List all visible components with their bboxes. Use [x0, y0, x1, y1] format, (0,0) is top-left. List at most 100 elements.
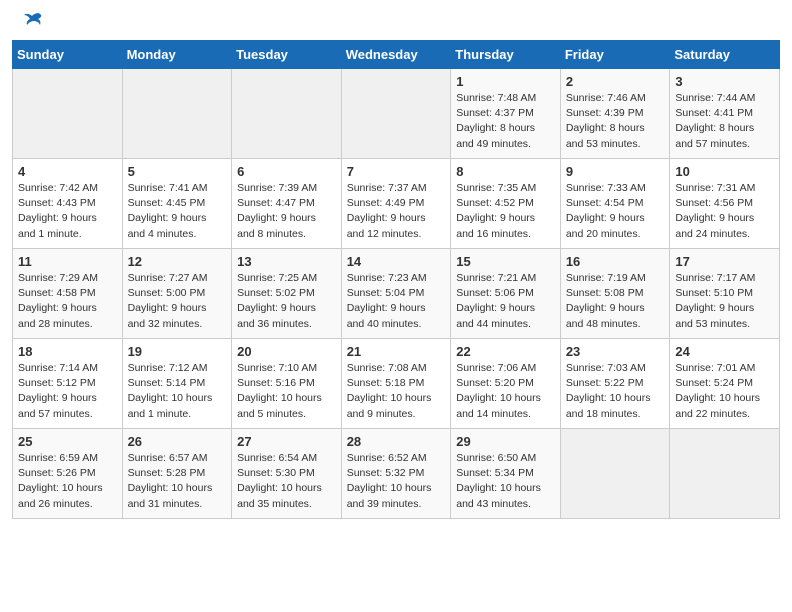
day-number: 17 [675, 254, 774, 269]
week-row-3: 11 Sunrise: 7:29 AM Sunset: 4:58 PM Dayli… [13, 249, 780, 339]
calendar-cell [560, 429, 670, 519]
week-row-4: 18 Sunrise: 7:14 AM Sunset: 5:12 PM Dayli… [13, 339, 780, 429]
calendar-cell: 19Sunrise: 7:12 AM Sunset: 5:14 PM Dayli… [122, 339, 232, 429]
calendar-cell: 22 Sunrise: 7:06 AM Sunset: 5:20 PM Dayli… [451, 339, 561, 429]
calendar-cell: 5Sunrise: 7:41 AM Sunset: 4:45 PM Daylig… [122, 159, 232, 249]
day-number: 23 [566, 344, 665, 359]
day-info: Sunrise: 7:31 AM Sunset: 4:56 PM Dayligh… [675, 181, 774, 242]
calendar-cell: 8Sunrise: 7:35 AM Sunset: 4:52 PM Daylig… [451, 159, 561, 249]
day-number: 1 [456, 74, 555, 89]
calendar-cell: 11 Sunrise: 7:29 AM Sunset: 4:58 PM Dayli… [13, 249, 123, 339]
calendar-cell: 10 Sunrise: 7:31 AM Sunset: 4:56 PM Dayli… [670, 159, 780, 249]
day-info: Sunrise: 7:01 AM Sunset: 5:24 PM Dayligh… [675, 361, 774, 422]
day-info: Sunrise: 7:19 AM Sunset: 5:08 PM Dayligh… [566, 271, 665, 332]
day-number: 18 [18, 344, 117, 359]
calendar-cell [122, 69, 232, 159]
day-info: Sunrise: 6:57 AM Sunset: 5:28 PM Dayligh… [128, 451, 227, 512]
week-row-2: 4 Sunrise: 7:42 AM Sunset: 4:43 PM Daylig… [13, 159, 780, 249]
calendar-cell [232, 69, 342, 159]
day-info: Sunrise: 7:10 AM Sunset: 5:16 PM Dayligh… [237, 361, 336, 422]
day-number: 29 [456, 434, 555, 449]
calendar-table: SundayMondayTuesdayWednesdayThursdayFrid… [12, 40, 780, 519]
calendar-cell: 28 Sunrise: 6:52 AM Sunset: 5:32 PM Dayli… [341, 429, 451, 519]
day-header-sunday: Sunday [13, 41, 123, 69]
calendar-cell: 14 Sunrise: 7:23 AM Sunset: 5:04 PM Dayli… [341, 249, 451, 339]
day-header-friday: Friday [560, 41, 670, 69]
calendar-cell: 17 Sunrise: 7:17 AM Sunset: 5:10 PM Dayli… [670, 249, 780, 339]
day-header-thursday: Thursday [451, 41, 561, 69]
calendar-cell [670, 429, 780, 519]
day-number: 27 [237, 434, 336, 449]
calendar-wrapper: SundayMondayTuesdayWednesdayThursdayFrid… [0, 40, 792, 531]
day-number: 4 [18, 164, 117, 179]
day-info: Sunrise: 7:17 AM Sunset: 5:10 PM Dayligh… [675, 271, 774, 332]
day-header-tuesday: Tuesday [232, 41, 342, 69]
day-number: 2 [566, 74, 665, 89]
calendar-cell [13, 69, 123, 159]
calendar-cell: 23 Sunrise: 7:03 AM Sunset: 5:22 PM Dayli… [560, 339, 670, 429]
calendar-header: SundayMondayTuesdayWednesdayThursdayFrid… [13, 41, 780, 69]
day-info: Sunrise: 7:03 AM Sunset: 5:22 PM Dayligh… [566, 361, 665, 422]
day-header-monday: Monday [122, 41, 232, 69]
day-info: Sunrise: 7:39 AM Sunset: 4:47 PM Dayligh… [237, 181, 336, 242]
bird-icon [22, 12, 44, 32]
day-info: Sunrise: 6:52 AM Sunset: 5:32 PM Dayligh… [347, 451, 446, 512]
calendar-cell: 7 Sunrise: 7:37 AM Sunset: 4:49 PM Daylig… [341, 159, 451, 249]
week-row-1: 1 Sunrise: 7:48 AM Sunset: 4:37 PM Daylig… [13, 69, 780, 159]
day-number: 5 [128, 164, 227, 179]
day-info: Sunrise: 7:46 AM Sunset: 4:39 PM Dayligh… [566, 91, 665, 152]
calendar-cell: 12Sunrise: 7:27 AM Sunset: 5:00 PM Dayli… [122, 249, 232, 339]
calendar-cell [341, 69, 451, 159]
calendar-cell: 25 Sunrise: 6:59 AM Sunset: 5:26 PM Dayli… [13, 429, 123, 519]
week-row-5: 25 Sunrise: 6:59 AM Sunset: 5:26 PM Dayli… [13, 429, 780, 519]
logo [20, 16, 44, 32]
day-number: 21 [347, 344, 446, 359]
day-info: Sunrise: 7:44 AM Sunset: 4:41 PM Dayligh… [675, 91, 774, 152]
day-info: Sunrise: 7:37 AM Sunset: 4:49 PM Dayligh… [347, 181, 446, 242]
day-number: 14 [347, 254, 446, 269]
calendar-cell: 21 Sunrise: 7:08 AM Sunset: 5:18 PM Dayli… [341, 339, 451, 429]
calendar-cell: 27 Sunrise: 6:54 AM Sunset: 5:30 PM Dayli… [232, 429, 342, 519]
calendar-cell: 2 Sunrise: 7:46 AM Sunset: 4:39 PM Daylig… [560, 69, 670, 159]
calendar-cell: 24Sunrise: 7:01 AM Sunset: 5:24 PM Dayli… [670, 339, 780, 429]
day-number: 28 [347, 434, 446, 449]
day-info: Sunrise: 7:29 AM Sunset: 4:58 PM Dayligh… [18, 271, 117, 332]
day-number: 15 [456, 254, 555, 269]
day-info: Sunrise: 7:42 AM Sunset: 4:43 PM Dayligh… [18, 181, 117, 242]
day-number: 10 [675, 164, 774, 179]
day-info: Sunrise: 7:23 AM Sunset: 5:04 PM Dayligh… [347, 271, 446, 332]
calendar-cell: 6 Sunrise: 7:39 AM Sunset: 4:47 PM Daylig… [232, 159, 342, 249]
calendar-cell: 1 Sunrise: 7:48 AM Sunset: 4:37 PM Daylig… [451, 69, 561, 159]
day-info: Sunrise: 7:21 AM Sunset: 5:06 PM Dayligh… [456, 271, 555, 332]
day-number: 9 [566, 164, 665, 179]
day-info: Sunrise: 7:12 AM Sunset: 5:14 PM Dayligh… [128, 361, 227, 422]
day-number: 3 [675, 74, 774, 89]
page-header [0, 0, 792, 40]
day-info: Sunrise: 6:54 AM Sunset: 5:30 PM Dayligh… [237, 451, 336, 512]
day-info: Sunrise: 7:06 AM Sunset: 5:20 PM Dayligh… [456, 361, 555, 422]
day-info: Sunrise: 6:50 AM Sunset: 5:34 PM Dayligh… [456, 451, 555, 512]
day-info: Sunrise: 7:48 AM Sunset: 4:37 PM Dayligh… [456, 91, 555, 152]
days-header-row: SundayMondayTuesdayWednesdayThursdayFrid… [13, 41, 780, 69]
calendar-cell: 15 Sunrise: 7:21 AM Sunset: 5:06 PM Dayli… [451, 249, 561, 339]
calendar-cell: 13 Sunrise: 7:25 AM Sunset: 5:02 PM Dayli… [232, 249, 342, 339]
calendar-cell: 29 Sunrise: 6:50 AM Sunset: 5:34 PM Dayli… [451, 429, 561, 519]
day-header-wednesday: Wednesday [341, 41, 451, 69]
day-number: 11 [18, 254, 117, 269]
calendar-cell: 9Sunrise: 7:33 AM Sunset: 4:54 PM Daylig… [560, 159, 670, 249]
calendar-cell: 16Sunrise: 7:19 AM Sunset: 5:08 PM Dayli… [560, 249, 670, 339]
day-number: 8 [456, 164, 555, 179]
day-number: 7 [347, 164, 446, 179]
calendar-body: 1 Sunrise: 7:48 AM Sunset: 4:37 PM Daylig… [13, 69, 780, 519]
day-info: Sunrise: 7:08 AM Sunset: 5:18 PM Dayligh… [347, 361, 446, 422]
calendar-cell: 18 Sunrise: 7:14 AM Sunset: 5:12 PM Dayli… [13, 339, 123, 429]
day-number: 25 [18, 434, 117, 449]
day-info: Sunrise: 7:25 AM Sunset: 5:02 PM Dayligh… [237, 271, 336, 332]
day-info: Sunrise: 7:14 AM Sunset: 5:12 PM Dayligh… [18, 361, 117, 422]
day-number: 26 [128, 434, 227, 449]
calendar-cell: 4 Sunrise: 7:42 AM Sunset: 4:43 PM Daylig… [13, 159, 123, 249]
day-number: 13 [237, 254, 336, 269]
day-number: 6 [237, 164, 336, 179]
day-info: Sunrise: 6:59 AM Sunset: 5:26 PM Dayligh… [18, 451, 117, 512]
day-number: 22 [456, 344, 555, 359]
